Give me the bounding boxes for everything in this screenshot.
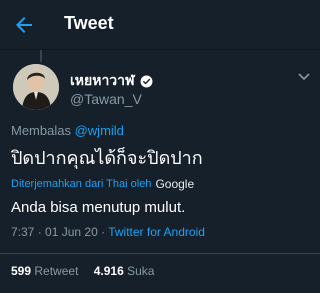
chevron-down-icon[interactable] bbox=[297, 72, 311, 82]
tweet-time: 7:37 bbox=[11, 225, 35, 239]
user-name[interactable]: เหยหาวาฬ bbox=[70, 70, 153, 92]
user-handle[interactable]: @Tawan_V bbox=[70, 91, 142, 107]
avatar[interactable] bbox=[13, 64, 59, 110]
retweet-stat[interactable]: 599 Retweet bbox=[11, 264, 82, 278]
tweet-text: ปิดปากคุณได้ก็จะปิดปาก bbox=[11, 148, 203, 169]
retweet-count: 599 bbox=[11, 264, 32, 278]
tweet-stats: 599 Retweet 4.916 Suka bbox=[11, 264, 166, 278]
tweet-meta: 7:37 · 01 Jun 20 · Twitter for Android bbox=[11, 225, 205, 239]
translation-attribution: Diterjemahkan dari Thai oleh Google bbox=[11, 177, 194, 191]
translated-text: Anda bisa menutup mulut. bbox=[11, 199, 186, 216]
retweet-label: Retweet bbox=[34, 264, 79, 278]
thread-connector bbox=[40, 50, 42, 62]
top-bar: Tweet bbox=[0, 0, 320, 50]
divider bbox=[0, 253, 320, 254]
tweet-source-link[interactable]: Twitter for Android bbox=[108, 225, 205, 239]
page-title: Tweet bbox=[64, 13, 114, 33]
arrow-left-icon[interactable] bbox=[12, 13, 36, 37]
reply-prefix: Membalas bbox=[11, 123, 71, 138]
user-name-text: เหยหาวาฬ bbox=[70, 72, 135, 88]
like-stat[interactable]: 4.916 Suka bbox=[94, 264, 155, 278]
verified-badge-icon bbox=[140, 75, 153, 87]
meta-separator-2: · bbox=[97, 225, 109, 239]
reply-mention-link[interactable]: @wjmild bbox=[75, 123, 124, 138]
like-label: Suka bbox=[127, 264, 155, 278]
google-logo: Google bbox=[155, 177, 195, 191]
tweet-date: 01 Jun 20 bbox=[45, 225, 98, 239]
translated-note[interactable]: Diterjemahkan dari Thai oleh bbox=[11, 178, 151, 190]
meta-separator: · bbox=[34, 225, 46, 239]
like-count: 4.916 bbox=[93, 264, 124, 278]
reply-context: Membalas @wjmild bbox=[11, 123, 124, 138]
